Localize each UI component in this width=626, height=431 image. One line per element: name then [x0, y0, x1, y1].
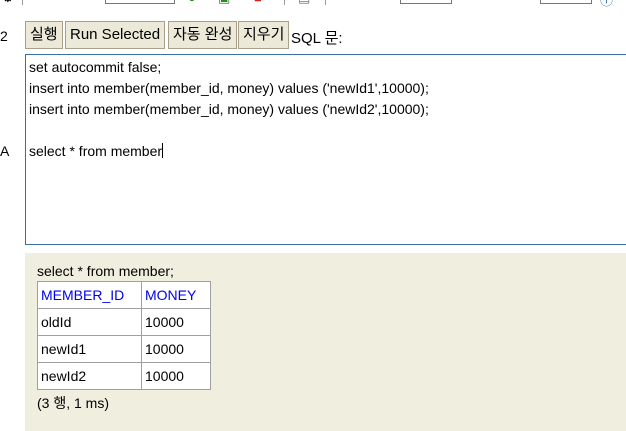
table-row: newId2 10000: [37, 362, 211, 390]
table-cell: 10000: [141, 308, 211, 336]
editor-line: insert into member(member_id, money) val…: [29, 80, 429, 96]
rollback-icon[interactable]: ■: [254, 0, 262, 5]
editor-line-text: select * from member: [29, 143, 163, 159]
result-query-text: select * from member;: [37, 263, 174, 279]
toolbar-separator: [325, 0, 326, 5]
text-caret: [162, 143, 164, 158]
run-button[interactable]: 실행: [25, 21, 63, 49]
sql-editor[interactable]: set autocommit false; insert into member(…: [25, 54, 626, 245]
column-header-member-id[interactable]: MEMBER_ID: [37, 281, 142, 309]
table-cell: oldId: [37, 308, 142, 336]
table-row: newId1 10000: [37, 335, 211, 363]
max-rows-field[interactable]: [105, 0, 175, 4]
table-cell: 10000: [141, 335, 211, 363]
editor-line-current: select * from member: [29, 141, 626, 162]
run-selected-button[interactable]: Run Selected: [65, 21, 166, 49]
result-summary: (3 행, 1 ms): [37, 395, 109, 411]
auto-complete-button[interactable]: 자동 완성: [168, 21, 238, 49]
table-cell: 10000: [141, 362, 211, 390]
auto-commit-select[interactable]: [400, 0, 452, 4]
result-table: MEMBER_ID MONEY oldId 10000 newId1 10000…: [37, 281, 211, 390]
toolbar-separator: [22, 0, 23, 5]
editor-line: ​: [29, 120, 626, 141]
sql-statement-label: SQL 문:: [291, 30, 343, 47]
commit-icon[interactable]: ▣: [218, 0, 230, 6]
history-icon[interactable]: ▤: [298, 0, 310, 6]
gutter-line-number: 2: [0, 28, 8, 44]
clear-button[interactable]: 지우기: [238, 21, 290, 49]
auto-select-select[interactable]: [540, 0, 592, 4]
editor-line: set autocommit false;: [29, 59, 162, 75]
column-header-money[interactable]: MONEY: [141, 281, 211, 309]
table-header-row: MEMBER_ID MONEY: [37, 281, 211, 309]
editor-line: insert into member(member_id, money) val…: [29, 101, 429, 117]
table-cell: newId2: [37, 362, 142, 390]
table-cell: newId1: [37, 335, 142, 363]
top-toolbar: ⚙ ● ▣ ■ ▤ ⓘ: [0, 0, 626, 9]
toolbar-icon[interactable]: ⚙: [2, 0, 14, 6]
help-icon[interactable]: ⓘ: [600, 0, 613, 9]
refresh-icon[interactable]: ●: [188, 0, 196, 5]
table-row: oldId 10000: [37, 308, 211, 336]
result-panel: select * from member; MEMBER_ID MONEY ol…: [25, 253, 626, 431]
gutter-marker: A: [0, 143, 10, 159]
toolbar-separator: [284, 0, 285, 5]
h2-console-page: ⚙ ● ▣ ■ ▤ ⓘ 2 A 실행 Run Selected 자동 완성 지우…: [0, 0, 626, 431]
